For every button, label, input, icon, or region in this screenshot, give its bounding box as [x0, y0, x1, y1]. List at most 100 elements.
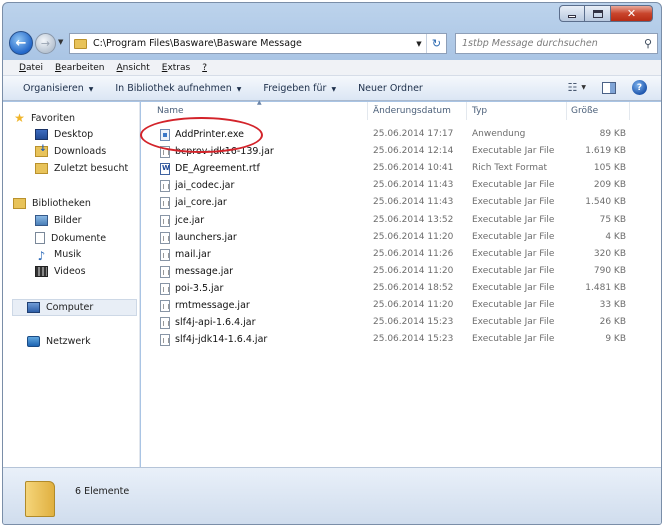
- file-size: 1.540 KB: [585, 197, 626, 208]
- address-path[interactable]: C:\Program Files\Basware\Basware Message: [93, 38, 412, 49]
- column-header-type[interactable]: Typ: [472, 102, 487, 120]
- menu-ansicht[interactable]: Ansicht: [117, 63, 150, 73]
- jar-icon: [160, 214, 170, 227]
- help-icon[interactable]: ?: [632, 80, 647, 95]
- file-type: Anwendung: [472, 129, 526, 139]
- forward-button[interactable]: →: [35, 33, 56, 54]
- file-date: 25.06.2014 13:52: [373, 214, 454, 225]
- table-row[interactable]: slf4j-jdk14-1.6.4.jar 25.06.2014 15:23 Exe…: [141, 332, 661, 349]
- jar-icon: [160, 231, 170, 244]
- file-type: Executable Jar File: [472, 317, 555, 328]
- file-size: 33 KB: [599, 300, 626, 310]
- item-count: 6 Elemente: [75, 486, 130, 497]
- folder-icon: [25, 481, 55, 517]
- new-folder-button[interactable]: Neuer Ordner: [358, 83, 423, 94]
- table-row[interactable]: poi-3.5.jar 25.06.2014 18:52 Executable Ja…: [141, 281, 661, 298]
- nav-pictures[interactable]: Bilder: [35, 215, 82, 226]
- column-divider[interactable]: [566, 102, 567, 120]
- table-row[interactable]: slf4j-api-1.6.4.jar 25.06.2014 15:23 Execu…: [141, 315, 661, 332]
- nav-documents[interactable]: Dokumente: [35, 232, 106, 244]
- nav-downloads[interactable]: Downloads: [35, 144, 106, 157]
- file-date: 25.06.2014 11:20: [373, 300, 454, 310]
- nav-libraries[interactable]: Bibliotheken: [13, 198, 91, 209]
- address-bar[interactable]: C:\Program Files\Basware\Basware Message…: [69, 33, 447, 54]
- jar-icon: [160, 180, 170, 193]
- organize-button[interactable]: Organisieren ▼: [23, 83, 93, 94]
- view-options-icon[interactable]: ☷: [568, 81, 578, 94]
- menu-extras[interactable]: Extras: [162, 63, 190, 73]
- column-header-size[interactable]: Größe: [571, 102, 598, 120]
- table-row[interactable]: bcprov-jdk16-139.jar 25.06.2014 12:14 Exec…: [141, 144, 661, 161]
- file-date: 25.06.2014 12:14: [373, 146, 454, 157]
- file-size: 26 KB: [599, 317, 626, 328]
- file-date: 25.06.2014 15:23: [373, 317, 454, 328]
- search-icon[interactable]: ⚲: [639, 37, 657, 50]
- file-date: 25.06.2014 11:43: [373, 197, 454, 208]
- maximize-button[interactable]: [585, 5, 611, 22]
- back-button[interactable]: ←: [9, 31, 33, 55]
- column-divider[interactable]: [466, 102, 467, 120]
- table-row[interactable]: jai_codec.jar 25.06.2014 11:43 Executable …: [141, 178, 661, 195]
- desktop-icon: [35, 129, 48, 140]
- pictures-icon: [35, 215, 48, 226]
- nav-recent[interactable]: Zuletzt besucht: [35, 163, 128, 174]
- menu-help[interactable]: ?: [202, 63, 207, 73]
- libraries-icon: [13, 198, 26, 209]
- recent-pages-dropdown[interactable]: ▼: [58, 38, 63, 46]
- sort-ascending-icon: ▲: [257, 99, 262, 106]
- table-row[interactable]: jai_core.jar 25.06.2014 11:43 Executable J…: [141, 195, 661, 212]
- jar-icon: [160, 197, 170, 210]
- file-type: Executable Jar File: [472, 231, 555, 242]
- file-date: 25.06.2014 10:41: [373, 163, 454, 174]
- menu-datei[interactable]: Datei: [19, 63, 43, 73]
- file-name: jce.jar: [175, 214, 205, 226]
- file-name: bcprov-jdk16-139.jar: [175, 146, 274, 158]
- file-type: Executable Jar File: [472, 282, 555, 293]
- table-row[interactable]: AddPrinter.exe 25.06.2014 17:17 Anwendung 8…: [141, 127, 661, 144]
- explorer-window: ✕ ← → ▼ C:\Program Files\Basware\Basware…: [2, 2, 662, 525]
- nav-network[interactable]: Netzwerk: [27, 336, 91, 347]
- file-list: ▲ Name Änderungsdatum Typ Größe AddPrint…: [141, 99, 661, 467]
- jar-icon: [160, 282, 170, 295]
- share-with-button[interactable]: Freigeben für ▼: [263, 83, 336, 94]
- nav-computer[interactable]: Computer: [12, 299, 137, 316]
- table-row[interactable]: message.jar 25.06.2014 11:20 Executable Ja…: [141, 264, 661, 281]
- nav-videos[interactable]: Videos: [35, 266, 86, 277]
- include-in-library-button[interactable]: In Bibliothek aufnehmen ▼: [115, 83, 241, 94]
- column-header-name[interactable]: Name: [157, 102, 184, 120]
- table-row[interactable]: launchers.jar 25.06.2014 11:20 Executable …: [141, 230, 661, 247]
- jar-icon: [160, 300, 170, 312]
- file-date: 25.06.2014 11:20: [373, 265, 454, 276]
- computer-icon: [27, 302, 40, 313]
- view-dropdown-button[interactable]: ▼: [581, 84, 586, 91]
- close-icon: ✕: [626, 7, 637, 20]
- navigation-pane: ★ Favoriten Desktop Downloads Zuletzt be…: [3, 102, 140, 467]
- nav-favorites[interactable]: ★ Favoriten: [13, 111, 75, 125]
- nav-desktop[interactable]: Desktop: [35, 129, 93, 140]
- file-size: 4 KB: [605, 231, 626, 242]
- file-name: poi-3.5.jar: [175, 282, 224, 294]
- column-divider[interactable]: [629, 102, 630, 120]
- refresh-button[interactable]: ↻: [426, 34, 446, 53]
- table-row[interactable]: mail.jar 25.06.2014 11:26 Executable Jar F…: [141, 247, 661, 264]
- nav-music[interactable]: ♪ Musik: [35, 249, 82, 263]
- search-box[interactable]: 1stbp Message durchsuchen ⚲: [455, 33, 658, 54]
- search-input[interactable]: 1stbp Message durchsuchen: [462, 38, 639, 49]
- column-divider[interactable]: [367, 102, 368, 120]
- file-date: 25.06.2014 15:23: [373, 334, 454, 345]
- menu-bearbeiten[interactable]: Bearbeiten: [55, 63, 104, 73]
- file-date: 25.06.2014 17:17: [373, 129, 454, 139]
- address-dropdown-button[interactable]: ▼: [412, 40, 426, 48]
- minimize-button[interactable]: [559, 5, 585, 22]
- column-header-date[interactable]: Änderungsdatum: [373, 102, 451, 120]
- command-bar: Organisieren ▼ In Bibliothek aufnehmen ▼ F…: [3, 76, 661, 101]
- table-row[interactable]: jce.jar 25.06.2014 13:52 Executable Jar Fi…: [141, 213, 661, 230]
- file-size: 105 KB: [593, 163, 626, 174]
- preview-pane-icon[interactable]: [602, 81, 616, 94]
- table-row[interactable]: rmtmessage.jar 25.06.2014 11:20 Executable…: [141, 298, 661, 315]
- file-type: Rich Text Format: [472, 163, 548, 174]
- file-date: 25.06.2014 11:43: [373, 180, 454, 191]
- close-button[interactable]: ✕: [611, 5, 653, 22]
- star-icon: ★: [14, 111, 25, 125]
- table-row[interactable]: DE_Agreement.rtf 25.06.2014 10:41 Rich Tex…: [141, 161, 661, 178]
